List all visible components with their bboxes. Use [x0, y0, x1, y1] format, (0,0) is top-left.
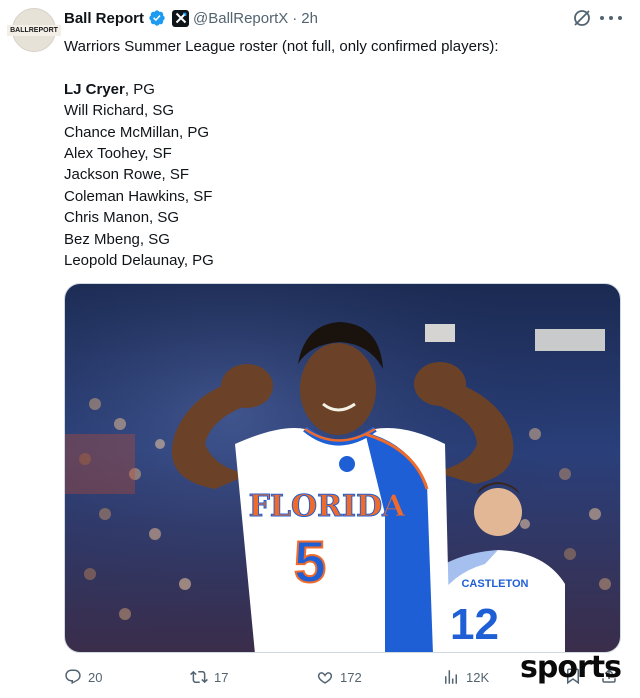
photo-illustration: CASTLETON 12 FLORIDA 5: [65, 284, 620, 652]
roster-name: Alex Toohey: [64, 144, 145, 162]
sports-watermark: sports: [520, 650, 622, 685]
affiliate-badge-icon: [172, 9, 190, 27]
tweet-text: Warriors Summer League roster (not full,…: [64, 36, 624, 271]
roster-line: Will Richard, SG: [64, 100, 624, 121]
roster-name: Jackson Rowe: [64, 166, 162, 184]
roster-position: , SF: [184, 187, 213, 205]
roster-position: , PG: [124, 80, 155, 98]
views-count: 12K: [466, 669, 490, 685]
roster-name: Will Richard: [64, 102, 145, 120]
roster-position: , SF: [161, 166, 190, 184]
roster-position: , PG: [179, 123, 210, 141]
timestamp[interactable]: 2h: [301, 10, 318, 27]
handle[interactable]: @BallReportX: [193, 10, 288, 27]
roster-name: Bez Mbeng: [64, 230, 140, 248]
roster-position: , SG: [149, 209, 180, 227]
views-chart-icon: [445, 670, 457, 684]
roster-position: , SG: [144, 102, 175, 120]
repost-button[interactable]: 17: [190, 666, 228, 688]
roster-name: Chris Manon: [64, 209, 150, 227]
roster-line: Alex Toohey, SF: [64, 143, 624, 164]
repost-count: 17: [214, 669, 229, 685]
reply-button[interactable]: 20: [64, 666, 102, 688]
avatar[interactable]: BALLREPORT: [7, 8, 61, 52]
back-jersey-number: 12: [450, 600, 499, 649]
separator-dot: ·: [292, 9, 298, 27]
tweet-photo[interactable]: CASTLETON 12 FLORIDA 5: [64, 283, 621, 653]
tweet-header: Ball Report @BallReportX · 2h: [64, 8, 318, 28]
views-button[interactable]: 12K: [442, 666, 489, 688]
roster-line: Bez Mbeng, SG: [64, 229, 624, 250]
jersey-number: 5: [294, 530, 326, 595]
jersey-text: FLORIDA: [249, 489, 407, 524]
reply-icon: [65, 669, 81, 685]
avatar-logo: BALLREPORT: [7, 24, 61, 36]
roster-line: Coleman Hawkins, SF: [64, 186, 624, 207]
roster-line: Chance McMillan, PG: [64, 122, 624, 143]
back-jersey-text: CASTLETON: [461, 578, 528, 590]
roster-name: LJ Cryer: [64, 80, 125, 98]
roster-line: LJ Cryer, PG: [64, 79, 624, 100]
display-name[interactable]: Ball Report: [64, 10, 144, 27]
roster-position: , SF: [144, 144, 172, 162]
roster-name: Chance McMillan: [64, 123, 180, 141]
repost-icon: [190, 670, 208, 684]
roster-line: Chris Manon, SG: [64, 207, 624, 228]
roster-position: , SG: [139, 230, 170, 248]
roster-name: Coleman Hawkins: [64, 187, 185, 205]
heart-icon: [317, 672, 333, 684]
verified-badge-icon: [149, 10, 165, 26]
like-count: 172: [340, 669, 362, 685]
more-options-icon[interactable]: [600, 8, 622, 28]
tweet-intro: Warriors Summer League roster (not full,…: [64, 38, 499, 55]
reply-count: 20: [88, 669, 103, 685]
roster-line: Jackson Rowe, SF: [64, 164, 624, 185]
like-button[interactable]: 172: [316, 666, 362, 688]
grok-icon[interactable]: [572, 8, 592, 28]
roster-line: Leopold Delaunay, PG: [64, 250, 624, 271]
roster-name: Leopold Delaunay: [64, 251, 184, 269]
roster-position: , PG: [183, 251, 214, 269]
